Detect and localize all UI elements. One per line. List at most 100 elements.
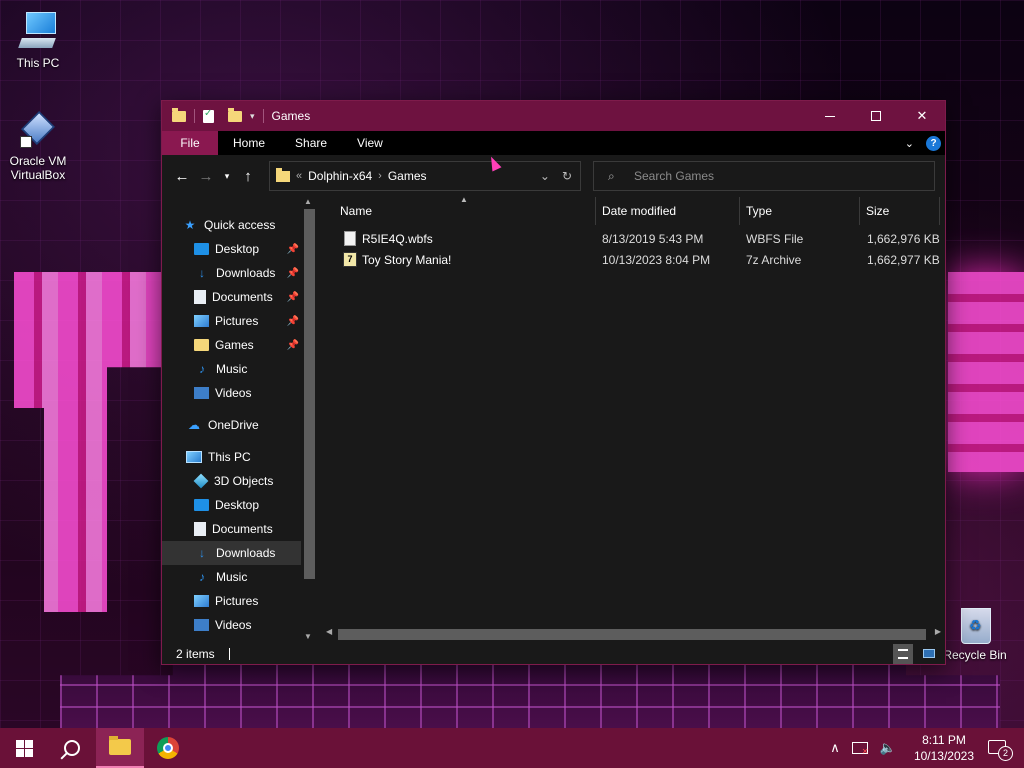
large-icons-view-button[interactable]	[919, 644, 939, 664]
title-bar[interactable]: ▾ Games ✕	[162, 101, 945, 131]
column-header-date-modified[interactable]: Date modified	[596, 197, 740, 225]
nav-quick-downloads[interactable]: ↓ Downloads 📌	[162, 261, 301, 285]
taskbar-search-button[interactable]	[48, 728, 96, 768]
clock[interactable]: 8:11 PM 10/13/2023	[914, 732, 974, 764]
file-icon	[344, 231, 356, 246]
action-center-button[interactable]: 2	[986, 736, 1014, 761]
column-header-type[interactable]: Type	[740, 197, 860, 225]
show-hidden-icons-chevron-icon[interactable]: ∧	[830, 740, 840, 756]
pin-icon: 📌	[286, 267, 299, 279]
tab-home[interactable]: Home	[218, 131, 280, 155]
scroll-down-icon[interactable]: ▼	[304, 632, 312, 641]
search-icon	[64, 740, 80, 756]
nav-label: Desktop	[215, 498, 260, 512]
desktop-icon-recycle-bin[interactable]: ♻ Recycle Bin	[937, 602, 1013, 662]
tab-file[interactable]: File	[162, 131, 218, 155]
recent-locations-chevron-icon[interactable]: ▾	[218, 171, 236, 182]
file-row[interactable]: R5IE4Q.wbfs 8/13/2019 5:43 PM WBFS File …	[336, 229, 940, 250]
notification-count-badge: 2	[998, 746, 1013, 761]
taskbar-file-explorer[interactable]	[96, 728, 144, 768]
scroll-up-icon[interactable]: ▲	[304, 197, 312, 206]
address-bar[interactable]: « Dolphin-x64 › Games ⌄ ↻	[269, 161, 581, 191]
pin-icon: 📌	[286, 243, 299, 255]
column-header-name[interactable]: Name	[334, 197, 596, 225]
scrollbar-thumb[interactable]	[338, 629, 926, 640]
desktop-icon-this-pc[interactable]: This PC	[0, 10, 76, 70]
nav-quick-music[interactable]: ♪ Music	[162, 357, 301, 381]
nav-this-pc[interactable]: This PC	[162, 445, 301, 469]
tab-share[interactable]: Share	[280, 131, 342, 155]
nav-pc-videos[interactable]: Videos	[162, 613, 301, 637]
nav-quick-access[interactable]: ★ Quick access	[182, 213, 318, 237]
nav-quick-documents[interactable]: Documents 📌	[162, 285, 301, 309]
new-folder-icon[interactable]	[228, 107, 242, 122]
details-view-button[interactable]	[893, 643, 913, 664]
chevron-down-icon[interactable]: ▾	[250, 111, 255, 122]
details-view-icon	[898, 648, 908, 659]
maximize-icon	[871, 111, 881, 121]
scroll-right-icon[interactable]: ▶	[935, 627, 941, 636]
column-header-size[interactable]: Size	[860, 197, 940, 225]
pictures-icon	[194, 595, 209, 607]
nav-label: Pictures	[215, 594, 259, 608]
nav-pc-music[interactable]: ♪ Music	[162, 565, 301, 589]
close-button[interactable]: ✕	[899, 101, 945, 131]
file-type: 7z Archive	[746, 253, 802, 267]
back-arrow-icon[interactable]: ←	[170, 168, 194, 185]
nav-quick-videos[interactable]: Videos	[162, 381, 301, 405]
archive-icon: 7	[343, 252, 357, 267]
nav-pc-pictures[interactable]: Pictures	[162, 589, 301, 613]
address-history-chevron-icon[interactable]: ⌄	[540, 169, 550, 183]
file-row[interactable]: 7 Toy Story Mania! 10/13/2023 8:04 PM 7z…	[336, 250, 940, 271]
tab-view[interactable]: View	[342, 131, 398, 155]
nav-pc-downloads[interactable]: ↓ Downloads	[162, 541, 301, 565]
properties-icon[interactable]	[203, 108, 214, 123]
nav-pc-documents[interactable]: Documents	[162, 517, 301, 541]
up-arrow-icon[interactable]: ↑	[236, 168, 260, 185]
close-icon: ✕	[916, 108, 928, 123]
cloud-icon: ☁	[188, 418, 200, 432]
nav-quick-games[interactable]: Games 📌	[162, 333, 301, 357]
breadcrumb-dolphin-x64[interactable]: Dolphin-x64	[308, 169, 372, 183]
desktop-icon-virtualbox[interactable]: Oracle VM VirtualBox	[0, 108, 76, 182]
expand-ribbon-chevron-icon[interactable]: ⌄	[905, 137, 914, 150]
breadcrumb-overflow[interactable]: «	[296, 170, 302, 182]
folder-icon	[172, 107, 186, 122]
navigation-scrollbar[interactable]: ▲ ▼	[301, 197, 318, 643]
address-row: ← → ▾ ↑ « Dolphin-x64 › Games ⌄ ↻ ⌕	[162, 155, 945, 197]
nav-label: Documents	[212, 290, 273, 304]
file-date-modified: 10/13/2023 8:04 PM	[602, 253, 711, 267]
document-icon	[194, 290, 206, 304]
nav-quick-desktop[interactable]: Desktop 📌	[162, 237, 301, 261]
nav-label: Documents	[212, 522, 273, 536]
search-input[interactable]	[634, 169, 924, 183]
volume-muted-icon[interactable]: 🔈	[880, 740, 896, 756]
navigation-pane: ★ Quick access Desktop 📌 ↓ Downloads 📌 D…	[162, 197, 318, 643]
nav-label: Music	[216, 570, 248, 584]
window-title: Games	[271, 109, 311, 123]
status-bar: 2 items	[162, 643, 945, 664]
network-disconnected-icon[interactable]	[851, 742, 868, 756]
forward-arrow-icon[interactable]: →	[194, 168, 218, 185]
breadcrumb-games[interactable]: Games	[388, 169, 427, 183]
start-button[interactable]	[0, 728, 48, 768]
minimize-button[interactable]	[807, 101, 853, 131]
nav-pc-desktop[interactable]: Desktop	[162, 493, 301, 517]
chevron-right-icon[interactable]: ›	[378, 170, 382, 182]
nav-onedrive[interactable]: ☁ OneDrive	[162, 413, 301, 437]
nav-quick-pictures[interactable]: Pictures 📌	[162, 309, 301, 333]
nav-pc-3d-objects[interactable]: 3D Objects	[162, 469, 301, 493]
horizontal-scrollbar[interactable]: ◀ ▶	[320, 625, 945, 643]
virtualbox-icon	[18, 108, 58, 150]
nav-label: Desktop	[215, 242, 260, 256]
maximize-button[interactable]	[853, 101, 899, 131]
search-box[interactable]: ⌕	[593, 161, 935, 191]
download-arrow-icon: ↓	[199, 546, 205, 560]
taskbar-chrome[interactable]	[144, 728, 192, 768]
scroll-left-icon[interactable]: ◀	[326, 627, 332, 636]
scrollbar-thumb[interactable]	[304, 209, 315, 579]
desktop-icon-label: Recycle Bin	[943, 648, 1007, 662]
refresh-icon[interactable]: ↻	[562, 169, 572, 183]
help-icon[interactable]: ?	[926, 135, 941, 151]
large-icons-view-icon	[923, 649, 935, 658]
